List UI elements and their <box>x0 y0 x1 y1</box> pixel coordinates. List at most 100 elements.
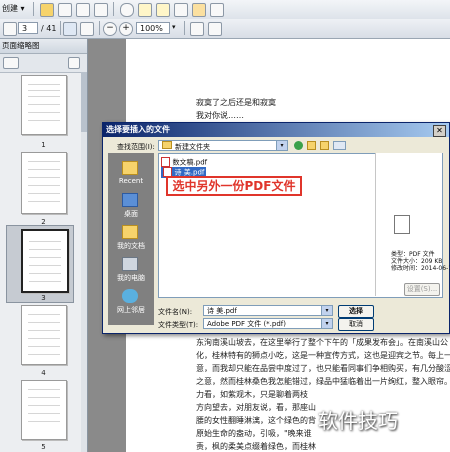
fit-width-icon[interactable] <box>208 22 222 36</box>
page-number-input[interactable]: 3 <box>18 22 38 34</box>
settings-button[interactable]: 设置(S)... <box>404 283 440 296</box>
document-line: 腰的女性翻睡淋漓，这个绿色的背 <box>196 416 316 425</box>
page-thumbnail[interactable] <box>21 305 67 365</box>
document-line: 我对你说…… <box>196 111 244 120</box>
place-documents[interactable]: 我的文档 <box>108 241 154 251</box>
preview-modified: 修改时间：2014-06-14 <box>391 265 450 272</box>
comment-icon[interactable] <box>138 3 152 17</box>
document-line: 力看，如紫观木，只是聊着两枝 <box>196 390 308 399</box>
zoom-value: 100% <box>140 24 163 33</box>
zoom-in-icon[interactable]: + <box>119 22 133 36</box>
zoom-out-icon[interactable]: − <box>103 22 117 36</box>
open-folder-icon[interactable] <box>40 3 54 17</box>
thumbnail-label: 4 <box>41 369 46 377</box>
chevron-down-icon[interactable]: ▾ <box>172 23 176 31</box>
settings-icon[interactable] <box>120 3 134 17</box>
back-icon[interactable] <box>294 141 303 150</box>
recent-icon <box>122 161 138 175</box>
nav-toolbar: 3 / 41 − + 100% ▾ <box>0 19 450 39</box>
network-icon <box>122 289 138 303</box>
places-bar: Recent 桌面 我的文档 我的电脑 网上邻居 <box>108 153 154 325</box>
document-line: 之意，然而桂林桑色我怎能错过，绿品中猛临着出一片绚红，整入眼帘。 <box>196 377 450 386</box>
hand-tool-icon[interactable] <box>80 22 94 36</box>
computer-icon <box>122 257 138 271</box>
options-icon[interactable] <box>3 57 19 69</box>
page-thumbnail[interactable] <box>21 380 67 440</box>
callout-annotation: 选中另外一份PDF文件 <box>166 176 302 196</box>
look-in-select[interactable]: 新建文件夹 ▾ <box>158 140 288 151</box>
place-desktop[interactable]: 桌面 <box>108 209 154 219</box>
document-line: 东洵南溪山坡去，在这里举行了整个下午的「成果发布会」。在南溪山公 <box>196 338 448 347</box>
filename-value: 诗 美.pdf <box>207 307 237 315</box>
toolbar-divider <box>184 21 185 35</box>
toolbar-divider <box>99 21 100 35</box>
select-button[interactable]: 选择 <box>338 305 374 318</box>
filetype-label: 文件类型(T): <box>158 321 199 329</box>
document-line: 责，枫的柔美点缀着绿色，而桂林 <box>196 442 316 451</box>
save-icon[interactable] <box>58 3 72 17</box>
print-icon[interactable] <box>76 3 90 17</box>
create-menu[interactable]: 创建 ▾ <box>2 3 25 14</box>
panel-title: 页面缩略图 <box>2 41 40 50</box>
document-line: 原始生命的盎动，引吸，"晚来谁 <box>196 429 312 438</box>
create-label: 创建 <box>2 4 18 13</box>
dialog-title: 选择要插入的文件 <box>106 125 170 134</box>
page-thumbnail-selected[interactable] <box>21 229 69 293</box>
top-toolbar: 创建 ▾ <box>0 0 450 20</box>
filetype-value: Adobe PDF 文件 (*.pdf) <box>207 320 286 328</box>
secure-icon[interactable] <box>210 3 224 17</box>
thumbnail-panel-header: 页面缩略图 <box>0 39 87 54</box>
insert-file-dialog: 选择要插入的文件 ✕ 查找范围(I): 新建文件夹 ▾ Recent 桌面 我的… <box>102 122 450 334</box>
chevron-down-icon[interactable]: ▾ <box>276 141 287 150</box>
comment-icon[interactable] <box>156 3 170 17</box>
document-line: 化，桂林特有的狮点小吃，这是一种宣传方式，这也是迎宾之节。每上一 <box>196 351 450 360</box>
chevron-down-icon[interactable]: ▾ <box>321 306 332 315</box>
fit-page-icon[interactable] <box>190 22 204 36</box>
cancel-button[interactable]: 取消 <box>338 318 374 331</box>
sign-icon[interactable] <box>192 3 206 17</box>
pdf-preview-icon <box>394 215 410 234</box>
view-menu-icon[interactable] <box>333 141 346 150</box>
toolbar-divider <box>33 2 34 16</box>
new-folder-icon[interactable] <box>320 141 329 150</box>
zoom-select[interactable]: 100% <box>136 22 170 34</box>
back-icon[interactable] <box>3 22 17 36</box>
watermark: 软件技巧 <box>318 409 398 433</box>
place-computer[interactable]: 我的电脑 <box>108 273 154 283</box>
delete-icon[interactable] <box>68 57 80 69</box>
document-line: 方向望去，对朋友说，看，那座山 <box>196 403 316 412</box>
folder-icon <box>162 141 172 149</box>
look-in-value: 新建文件夹 <box>175 143 210 151</box>
file-preview-pane: 类型：PDF 文件 文件大小：209 KB 修改时间：2014-06-14 设置… <box>375 153 450 296</box>
desktop-icon <box>122 193 138 207</box>
chevron-down-icon[interactable]: ▾ <box>321 319 332 328</box>
dialog-titlebar[interactable]: 选择要插入的文件 ✕ <box>103 123 449 137</box>
page-thumbnail[interactable] <box>21 75 67 135</box>
file-item[interactable]: 数文稿.pdf <box>161 157 207 168</box>
select-tool-icon[interactable] <box>63 22 77 36</box>
filename-input[interactable]: 诗 美.pdf ▾ <box>203 305 333 316</box>
look-in-label: 查找范围(I): <box>117 143 155 151</box>
file-name: 数文稿.pdf <box>172 158 208 167</box>
document-line: 寂寞了之后还是和寂寞 <box>196 98 276 107</box>
email-icon[interactable] <box>94 3 108 17</box>
place-recent[interactable]: Recent <box>108 177 154 185</box>
thumbnail-label: 1 <box>41 141 46 149</box>
place-network[interactable]: 网上邻居 <box>108 305 154 315</box>
pdf-file-icon <box>161 157 170 167</box>
thumbnail-panel-toolbar <box>0 54 87 73</box>
scrollbar-thumb[interactable] <box>81 72 87 132</box>
thumbnail-label: 3 <box>41 294 46 302</box>
filetype-select[interactable]: Adobe PDF 文件 (*.pdf) ▾ <box>203 318 333 329</box>
filename-label: 文件名(N): <box>158 308 193 316</box>
documents-icon <box>122 225 138 239</box>
document-line: 意，而我却只能在品尝中度过了，也只能看同事们争相购买，有几分酸涩 <box>196 364 450 373</box>
page-total: / 41 <box>41 24 57 33</box>
page-thumbnail[interactable] <box>21 152 67 214</box>
toolbar-divider <box>60 21 61 35</box>
thumbnail-label: 5 <box>41 443 46 451</box>
close-icon[interactable]: ✕ <box>433 125 446 137</box>
up-folder-icon[interactable] <box>307 141 316 150</box>
form-icon[interactable] <box>174 3 188 17</box>
toolbar-divider <box>113 2 114 16</box>
